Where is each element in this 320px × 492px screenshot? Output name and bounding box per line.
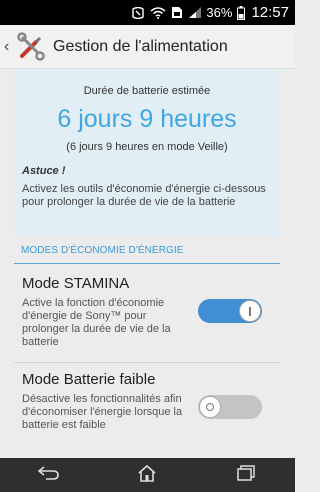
row-divider	[14, 362, 280, 363]
signal-icon	[188, 6, 202, 19]
status-bar: 36% 12:57	[0, 0, 295, 25]
up-chevron-icon[interactable]: ‹	[4, 38, 14, 55]
tip-title: Astuce !	[22, 165, 66, 177]
stamina-mode-row[interactable]: Mode STAMINA Active la fonction d'économ…	[14, 269, 280, 361]
back-button[interactable]	[29, 461, 69, 489]
toggle-knob	[199, 396, 221, 418]
battery-estimate-panel: Durée de batterie estimée 6 jours 9 heur…	[14, 69, 280, 236]
low-battery-mode-row[interactable]: Mode Batterie faible Désactive les fonct…	[14, 365, 280, 458]
tools-icon[interactable]	[16, 31, 46, 62]
page-title: Gestion de l'alimentation	[53, 37, 228, 55]
low-battery-mode-title: Mode Batterie faible	[22, 371, 156, 388]
navigation-bar	[0, 458, 295, 492]
stamina-mode-toggle[interactable]	[198, 299, 262, 323]
low-battery-mode-description: Désactive les fonctionnalités afin d'éco…	[22, 393, 183, 431]
stamina-mode-description: Active la fonction d'économie d'énergie …	[22, 297, 171, 348]
toggle-knob	[239, 300, 261, 322]
sim-icon	[171, 6, 183, 19]
battery-percentage: 36%	[206, 5, 233, 20]
main-content: Durée de batterie estimée 6 jours 9 heur…	[0, 69, 295, 458]
status-clock: 12:57	[251, 4, 289, 21]
battery-icon	[237, 5, 246, 20]
nfc-icon	[131, 6, 145, 19]
toggle-on-icon	[249, 306, 251, 316]
standby-estimate: (6 jours 9 heures en mode Veille)	[66, 141, 228, 153]
toggle-off-icon	[206, 403, 214, 411]
battery-estimate-label: Durée de batterie estimée	[83, 85, 211, 97]
home-icon	[137, 464, 157, 487]
wifi-icon	[150, 6, 166, 19]
action-bar: ‹ Gestion de l'alimentation	[0, 25, 295, 69]
recent-apps-icon	[237, 464, 255, 486]
recent-apps-button[interactable]	[226, 461, 266, 489]
battery-estimate-value: 6 jours 9 heures	[57, 105, 237, 133]
low-battery-mode-toggle[interactable]	[198, 395, 262, 419]
stamina-mode-title: Mode STAMINA	[22, 275, 130, 292]
back-icon	[37, 465, 60, 485]
tip-text: Activez les outils d'économie d'énergie …	[22, 183, 266, 208]
home-button[interactable]	[127, 461, 167, 489]
section-divider	[14, 263, 280, 264]
section-header: MODES D'ÉCONOMIE D'ÉNERGIE	[21, 245, 184, 256]
